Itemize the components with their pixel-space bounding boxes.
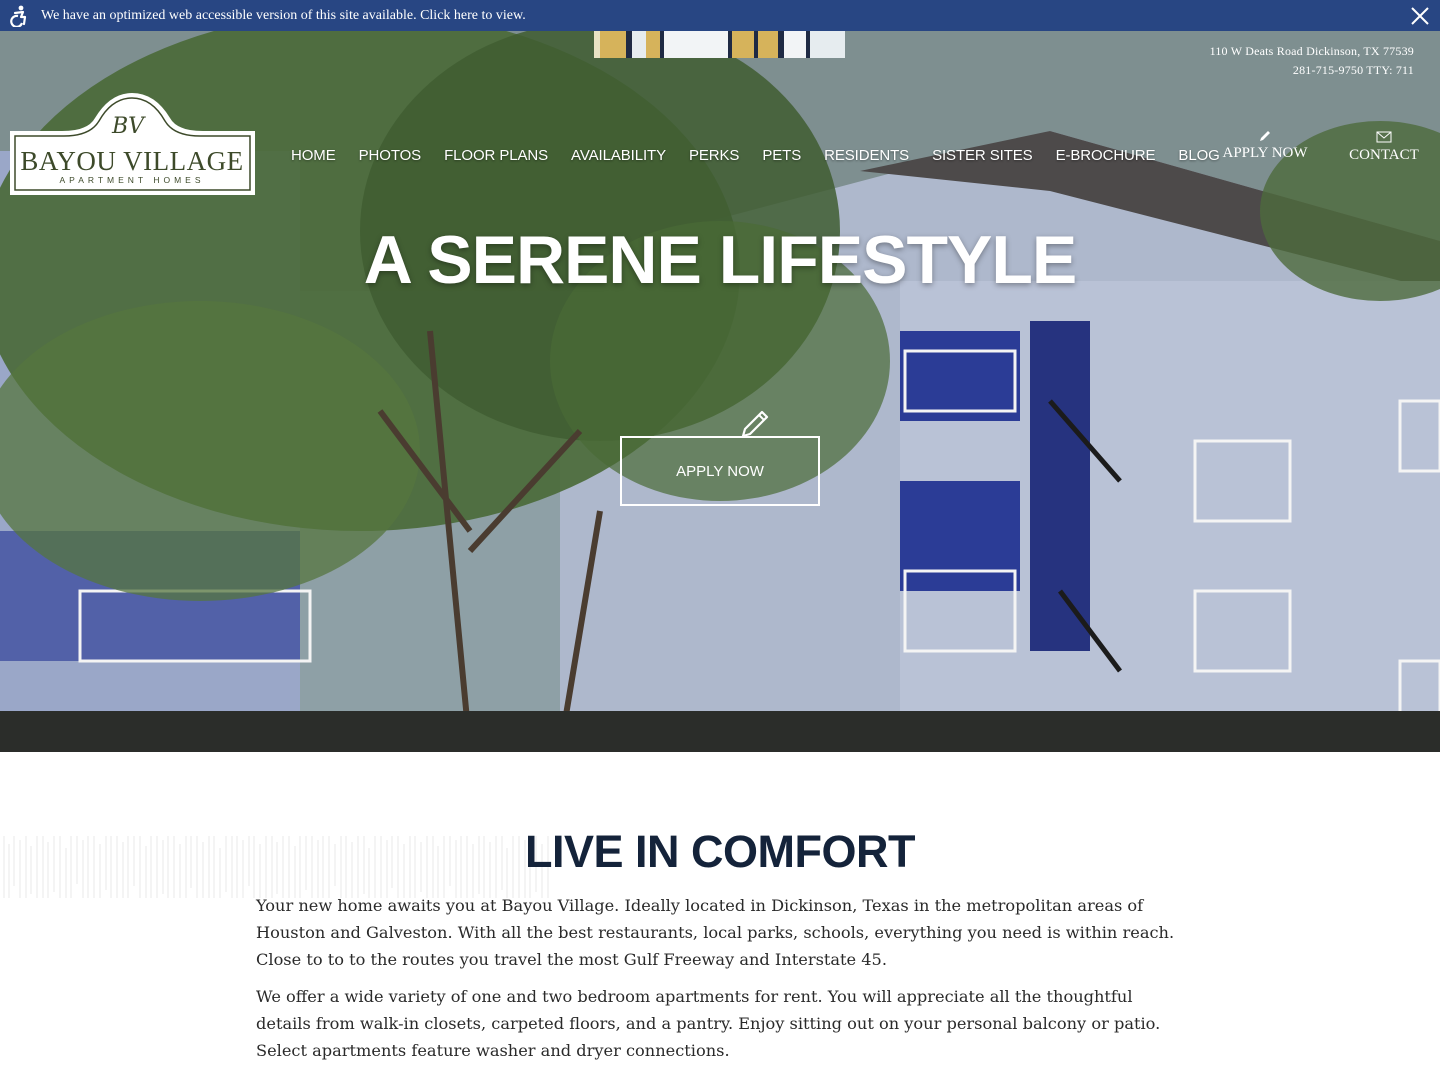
phone-text[interactable]: 281-715-9750 TTY: 711 bbox=[1210, 61, 1414, 80]
main-nav: HOME PHOTOS FLOOR PLANS AVAILABILITY PER… bbox=[291, 147, 1243, 164]
section-title: LIVE IN COMFORT bbox=[525, 826, 916, 877]
accessibility-banner[interactable]: We have an optimized web accessible vers… bbox=[0, 0, 1440, 31]
accessibility-banner-text[interactable]: We have an optimized web accessible vers… bbox=[41, 8, 526, 24]
intro-paragraph: Your new home awaits you at Bayou Villag… bbox=[256, 896, 1175, 969]
nav-sister-sites[interactable]: SISTER SITES bbox=[932, 147, 1033, 164]
close-icon[interactable] bbox=[1408, 4, 1432, 28]
accessibility-icon bbox=[8, 5, 30, 27]
nav-floor-plans[interactable]: FLOOR PLANS bbox=[444, 147, 548, 164]
address-text[interactable]: 110 W Deats Road Dickinson, TX 77539 bbox=[1210, 42, 1414, 61]
nav-residents[interactable]: RESIDENTS bbox=[824, 147, 909, 164]
hero-section: 110 W Deats Road Dickinson, TX 77539 281… bbox=[0, 31, 1440, 752]
logo-tagline: APARTMENT HOMES bbox=[59, 175, 204, 185]
logo-name: BAYOU VILLAGE bbox=[20, 146, 243, 176]
contact-info: 110 W Deats Road Dickinson, TX 77539 281… bbox=[1210, 42, 1414, 80]
nav-perks[interactable]: PERKS bbox=[689, 147, 739, 164]
decorative-stripes bbox=[594, 31, 845, 58]
bayou-village-logo[interactable]: BV BAYOU VILLAGE APARTMENT HOMES bbox=[10, 93, 255, 195]
nav-availability[interactable]: AVAILABILITY bbox=[571, 147, 666, 164]
nav-photos[interactable]: PHOTOS bbox=[359, 147, 422, 164]
header-contact-label: CONTACT bbox=[1349, 147, 1419, 163]
header-apply-now-button[interactable]: APPLY NOW bbox=[1218, 129, 1312, 162]
hero-title: A SERENE LIFESTYLE bbox=[363, 222, 1077, 298]
features-paragraph: We offer a wide variety of one and two b… bbox=[256, 987, 1161, 1060]
nav-home[interactable]: HOME bbox=[291, 147, 336, 164]
nav-pets[interactable]: PETS bbox=[762, 147, 801, 164]
nav-e-brochure[interactable]: E-BROCHURE bbox=[1056, 147, 1156, 164]
logo-monogram: BV bbox=[111, 114, 146, 139]
header-contact-button[interactable]: CONTACT bbox=[1347, 131, 1421, 164]
header-apply-now-label: APPLY NOW bbox=[1222, 145, 1308, 161]
nav-blog[interactable]: BLOG bbox=[1178, 147, 1219, 164]
hero-apply-now-button[interactable]: APPLY NOW bbox=[620, 436, 820, 506]
pencil-icon bbox=[1218, 129, 1312, 143]
envelope-icon bbox=[1347, 131, 1421, 145]
